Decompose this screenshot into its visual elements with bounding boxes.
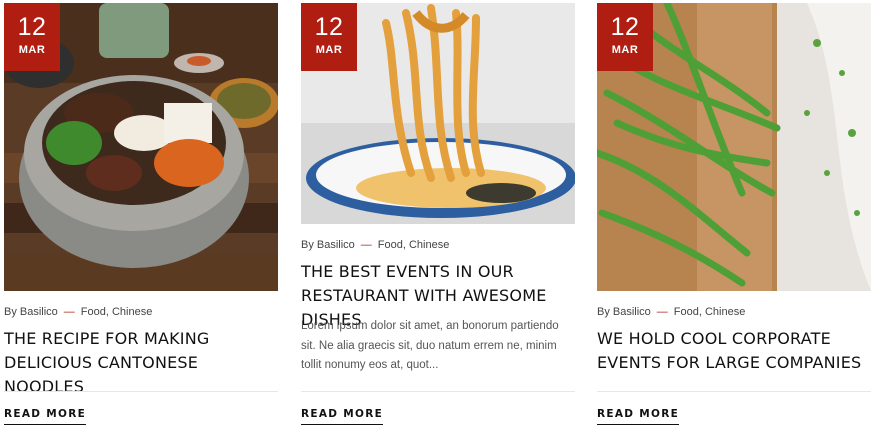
date-month: MAR bbox=[611, 44, 639, 56]
blog-card: 12 MAR By Basilico — Food, Chinese THE BES… bbox=[301, 0, 575, 435]
post-author[interactable]: By Basilico bbox=[597, 306, 651, 318]
post-categories[interactable]: Food, Chinese bbox=[378, 239, 450, 251]
post-meta: By Basilico — Food, Chinese bbox=[301, 239, 449, 251]
post-meta: By Basilico — Food, Chinese bbox=[597, 306, 745, 318]
card-divider bbox=[597, 391, 871, 392]
post-meta: By Basilico — Food, Chinese bbox=[4, 306, 152, 318]
post-author[interactable]: By Basilico bbox=[4, 306, 58, 318]
date-badge: 12 MAR bbox=[301, 3, 357, 71]
post-title[interactable]: THE RECIPE FOR MAKING DELICIOUS CANTONES… bbox=[4, 327, 278, 399]
post-image-green-beans[interactable]: 12 MAR bbox=[597, 3, 871, 291]
read-more-link[interactable]: READ MORE bbox=[301, 408, 384, 425]
date-badge: 12 MAR bbox=[597, 3, 653, 71]
blog-card: 12 MAR By Basilico — Food, Chinese WE HOLD… bbox=[597, 0, 871, 435]
date-badge: 12 MAR bbox=[4, 3, 60, 71]
date-month: MAR bbox=[18, 44, 46, 56]
meta-separator: — bbox=[63, 306, 75, 318]
blog-card-grid: 12 MAR By Basilico — Food, Chinese THE REC… bbox=[0, 0, 877, 435]
post-title[interactable]: WE HOLD COOL CORPORATE EVENTS FOR LARGE … bbox=[597, 327, 871, 375]
date-month: MAR bbox=[315, 44, 343, 56]
post-categories[interactable]: Food, Chinese bbox=[674, 306, 746, 318]
post-excerpt: Lorem ipsum dolor sit amet, an bonorum p… bbox=[301, 320, 559, 371]
post-categories[interactable]: Food, Chinese bbox=[81, 306, 153, 318]
meta-separator: — bbox=[656, 306, 668, 318]
date-day: 12 bbox=[17, 13, 47, 41]
read-more-link[interactable]: READ MORE bbox=[4, 408, 87, 425]
blog-card: 12 MAR By Basilico — Food, Chinese THE REC… bbox=[4, 0, 278, 435]
date-day: 12 bbox=[610, 13, 640, 41]
post-author[interactable]: By Basilico bbox=[301, 239, 355, 251]
card-divider bbox=[301, 391, 575, 392]
meta-separator: — bbox=[360, 239, 372, 251]
read-more-link[interactable]: READ MORE bbox=[597, 408, 680, 425]
post-image-stone-bowl[interactable]: 12 MAR bbox=[4, 3, 278, 291]
card-divider bbox=[4, 391, 278, 392]
date-day: 12 bbox=[314, 13, 344, 41]
post-image-noodles[interactable]: 12 MAR bbox=[301, 3, 575, 224]
